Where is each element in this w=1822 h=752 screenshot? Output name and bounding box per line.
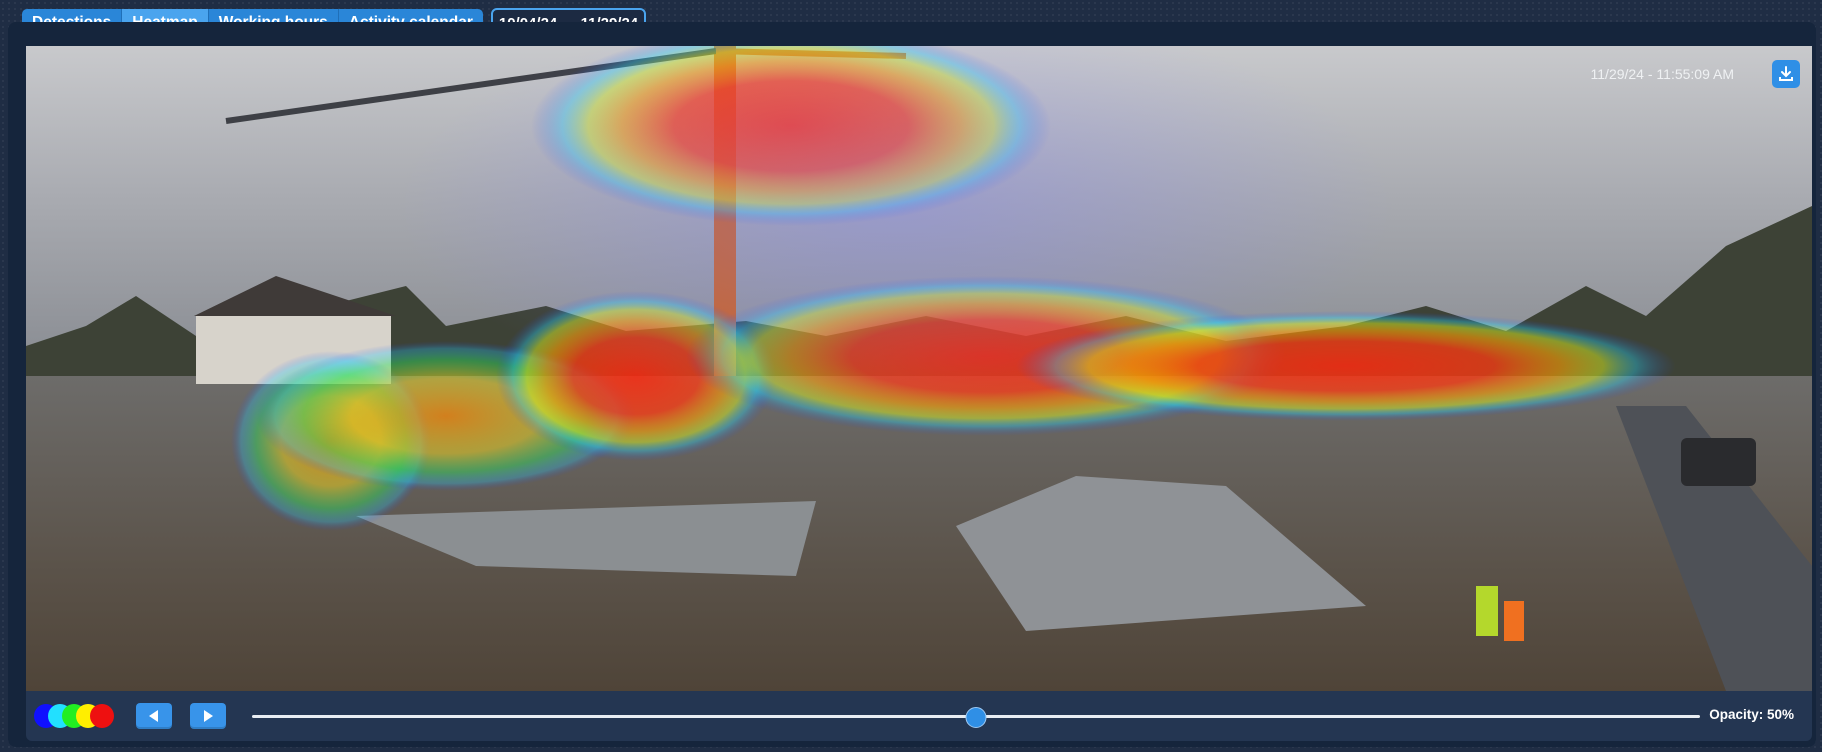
legend-color-5 bbox=[90, 704, 114, 728]
heatmap-color-legend bbox=[34, 704, 114, 728]
download-icon bbox=[1779, 66, 1793, 81]
timeline-slider-thumb[interactable] bbox=[965, 707, 987, 728]
heatmap-controls: Opacity: 50% bbox=[26, 691, 1812, 741]
opacity-label: Opacity: 50% bbox=[1709, 707, 1794, 722]
construction-site-photo bbox=[26, 46, 1812, 691]
previous-button[interactable] bbox=[136, 703, 172, 729]
download-button[interactable] bbox=[1772, 60, 1800, 88]
heatmap-viewer: 11/29/24 - 11:55:09 AM bbox=[26, 46, 1812, 691]
frame-timestamp: 11/29/24 - 11:55:09 AM bbox=[1590, 66, 1734, 82]
triangle-left-icon bbox=[149, 710, 158, 722]
triangle-right-icon bbox=[204, 710, 213, 722]
next-button[interactable] bbox=[190, 703, 226, 729]
timeline-slider[interactable] bbox=[252, 707, 1700, 728]
